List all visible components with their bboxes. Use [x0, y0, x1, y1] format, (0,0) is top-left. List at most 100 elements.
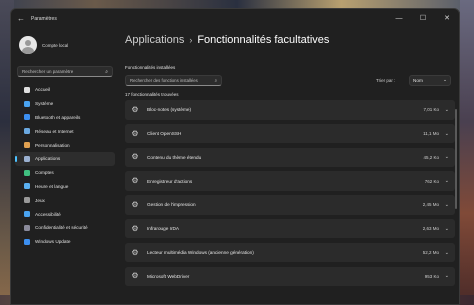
- shield-icon: [24, 224, 30, 231]
- sidebar-item-label: Accueil: [35, 87, 51, 93]
- accessibility-icon: [24, 211, 30, 218]
- monitor-icon: [24, 100, 30, 107]
- feature-name: Lecteur multimédia Windows (ancienne gén…: [147, 250, 254, 256]
- sidebar-item-home[interactable]: Accueil: [15, 83, 115, 97]
- chevron-down-icon[interactable]: ⌄: [445, 202, 449, 208]
- sidebar: Compte local Rechercher un paramètre ⌕ A…: [11, 29, 119, 304]
- feature-row[interactable]: ⚙ Client OpenSSH 11,1 Mo ⌄: [125, 123, 455, 144]
- feature-name: Bloc-notes (système): [147, 107, 192, 113]
- feature-size: 953 Ko: [424, 273, 439, 279]
- sidebar-item-shield[interactable]: Confidentialité et sécurité: [15, 221, 115, 235]
- home-icon: [24, 86, 30, 93]
- avatar: [19, 36, 37, 54]
- settings-search-input[interactable]: Rechercher un paramètre ⌕: [17, 66, 113, 77]
- feature-list: ⚙ Bloc-notes (système) 7,01 Ko ⌄ ⚙ Client Ope…: [123, 100, 459, 287]
- chevron-down-icon: ⌄: [443, 77, 447, 82]
- close-button[interactable]: ✕: [435, 9, 459, 27]
- feature-size: 2,45 Mo: [422, 202, 439, 208]
- sidebar-item-label: Applications: [35, 156, 61, 162]
- apps-icon: [24, 155, 30, 162]
- sidebar-nav: Accueil Système Bluetooth et appareils Rése…: [11, 83, 119, 249]
- sidebar-item-label: Réseau et Internet: [35, 128, 74, 134]
- sidebar-item-update[interactable]: Windows Update: [15, 235, 115, 249]
- gear-icon: ⚙: [131, 247, 139, 257]
- maximize-button[interactable]: ☐: [411, 9, 435, 27]
- sidebar-item-network[interactable]: Réseau et Internet: [15, 124, 115, 138]
- sidebar-item-label: Comptes: [35, 170, 54, 176]
- minimize-button[interactable]: —: [387, 9, 411, 27]
- brush-icon: [24, 142, 30, 149]
- feature-size: 762 Ko: [424, 178, 439, 184]
- feature-name: Microsoft WebDriver: [147, 273, 190, 279]
- title-bar: ← Paramètres — ☐ ✕: [11, 9, 459, 29]
- gear-icon: ⚙: [131, 223, 139, 233]
- sidebar-item-label: Accessibilité: [35, 211, 61, 217]
- search-icon: ⌕: [214, 77, 217, 83]
- settings-window: ← Paramètres — ☐ ✕ Compte local Recherch…: [10, 8, 460, 305]
- profile-name: Compte local: [42, 42, 69, 48]
- sidebar-item-accounts[interactable]: Comptes: [15, 166, 115, 180]
- installed-features-search-input[interactable]: Rechercher des fonctions installées ⌕: [125, 74, 222, 86]
- sidebar-item-brush[interactable]: Personnalisation: [15, 138, 115, 152]
- feature-size: 2,63 Mo: [422, 226, 439, 232]
- chevron-down-icon[interactable]: ⌄: [445, 154, 449, 160]
- gear-icon: ⚙: [131, 152, 139, 162]
- breadcrumb-parent[interactable]: Applications: [125, 34, 184, 46]
- feature-row[interactable]: ⚙ Bloc-notes (système) 7,01 Ko ⌄: [125, 100, 455, 120]
- installed-search-placeholder: Rechercher des fonctions installées: [130, 77, 198, 83]
- wallpaper-right: [460, 0, 474, 305]
- chevron-down-icon[interactable]: ⌄: [445, 107, 449, 113]
- sidebar-item-label: Personnalisation: [35, 142, 70, 148]
- feature-size: 52,2 Mo: [422, 250, 439, 256]
- gear-icon: ⚙: [131, 104, 139, 114]
- chevron-down-icon[interactable]: ⌄: [445, 178, 449, 184]
- scrollbar[interactable]: [455, 109, 457, 209]
- feature-name: Contenu du thème étendu: [147, 154, 202, 160]
- sidebar-item-gamepad[interactable]: Jeux: [15, 193, 115, 207]
- section-title: Fonctionnalités installées: [125, 65, 176, 70]
- sidebar-item-monitor[interactable]: Système: [15, 97, 115, 111]
- window-controls: — ☐ ✕: [387, 9, 459, 27]
- back-arrow-icon[interactable]: ←: [17, 14, 27, 24]
- accounts-icon: [24, 169, 30, 176]
- feature-row[interactable]: ⚙ Lecteur multimédia Windows (ancienne gé…: [125, 242, 455, 263]
- sidebar-item-clock[interactable]: Heure et langue: [15, 180, 115, 194]
- feature-row[interactable]: ⚙ Contenu du thème étendu 45,2 Ko ⌄: [125, 147, 455, 168]
- sort-label: Trier par :: [376, 77, 396, 83]
- feature-row[interactable]: ⚙ Gestion de l'impression 2,45 Mo ⌄: [125, 195, 455, 215]
- feature-size: 11,1 Mo: [423, 131, 439, 137]
- sidebar-item-label: Confidentialité et sécurité: [35, 225, 88, 231]
- feature-row[interactable]: ⚙ Microsoft WebDriver 953 Ko ⌄: [125, 266, 455, 287]
- gamepad-icon: [24, 197, 30, 204]
- sort-value: Nom: [413, 77, 423, 83]
- sidebar-item-label: Windows Update: [35, 239, 71, 245]
- sidebar-item-label: Heure et langue: [35, 183, 69, 189]
- feature-name: Gestion de l'impression: [147, 202, 196, 208]
- gear-icon: ⚙: [131, 199, 139, 209]
- sidebar-item-label: Bluetooth et appareils: [35, 114, 81, 120]
- user-profile[interactable]: Compte local: [11, 29, 119, 61]
- sidebar-item-accessibility[interactable]: Accessibilité: [15, 207, 115, 221]
- feature-row[interactable]: ⚙ Enregistreur d'actions 762 Ko ⌄: [125, 171, 455, 191]
- chevron-down-icon[interactable]: ⌄: [445, 226, 449, 232]
- breadcrumb: Applications › Fonctionnalités facultati…: [123, 31, 459, 49]
- gear-icon: ⚙: [131, 271, 139, 281]
- sidebar-item-apps[interactable]: Applications: [15, 151, 115, 166]
- feature-size: 7,01 Ko: [423, 107, 439, 113]
- page-title: Fonctionnalités facultatives: [197, 34, 330, 46]
- gear-icon: ⚙: [131, 176, 139, 186]
- chevron-right-icon: ›: [189, 35, 193, 45]
- sort-dropdown[interactable]: Nom ⌄: [409, 74, 451, 86]
- sidebar-item-label: Système: [35, 101, 54, 107]
- chevron-down-icon[interactable]: ⌄: [445, 273, 449, 279]
- feature-row[interactable]: ⚙ Infrarouge IrDA 2,63 Mo ⌄: [125, 218, 455, 239]
- feature-name: Enregistreur d'actions: [147, 178, 193, 184]
- filter-row: Rechercher des fonctions installées ⌕ Tr…: [123, 74, 459, 86]
- feature-name: Client OpenSSH: [147, 131, 182, 137]
- sidebar-item-bluetooth[interactable]: Bluetooth et appareils: [15, 111, 115, 125]
- clock-icon: [24, 183, 30, 190]
- settings-search-placeholder: Rechercher un paramètre: [22, 69, 74, 74]
- chevron-down-icon[interactable]: ⌄: [445, 131, 449, 137]
- update-icon: [24, 238, 30, 245]
- chevron-down-icon[interactable]: ⌄: [445, 250, 449, 256]
